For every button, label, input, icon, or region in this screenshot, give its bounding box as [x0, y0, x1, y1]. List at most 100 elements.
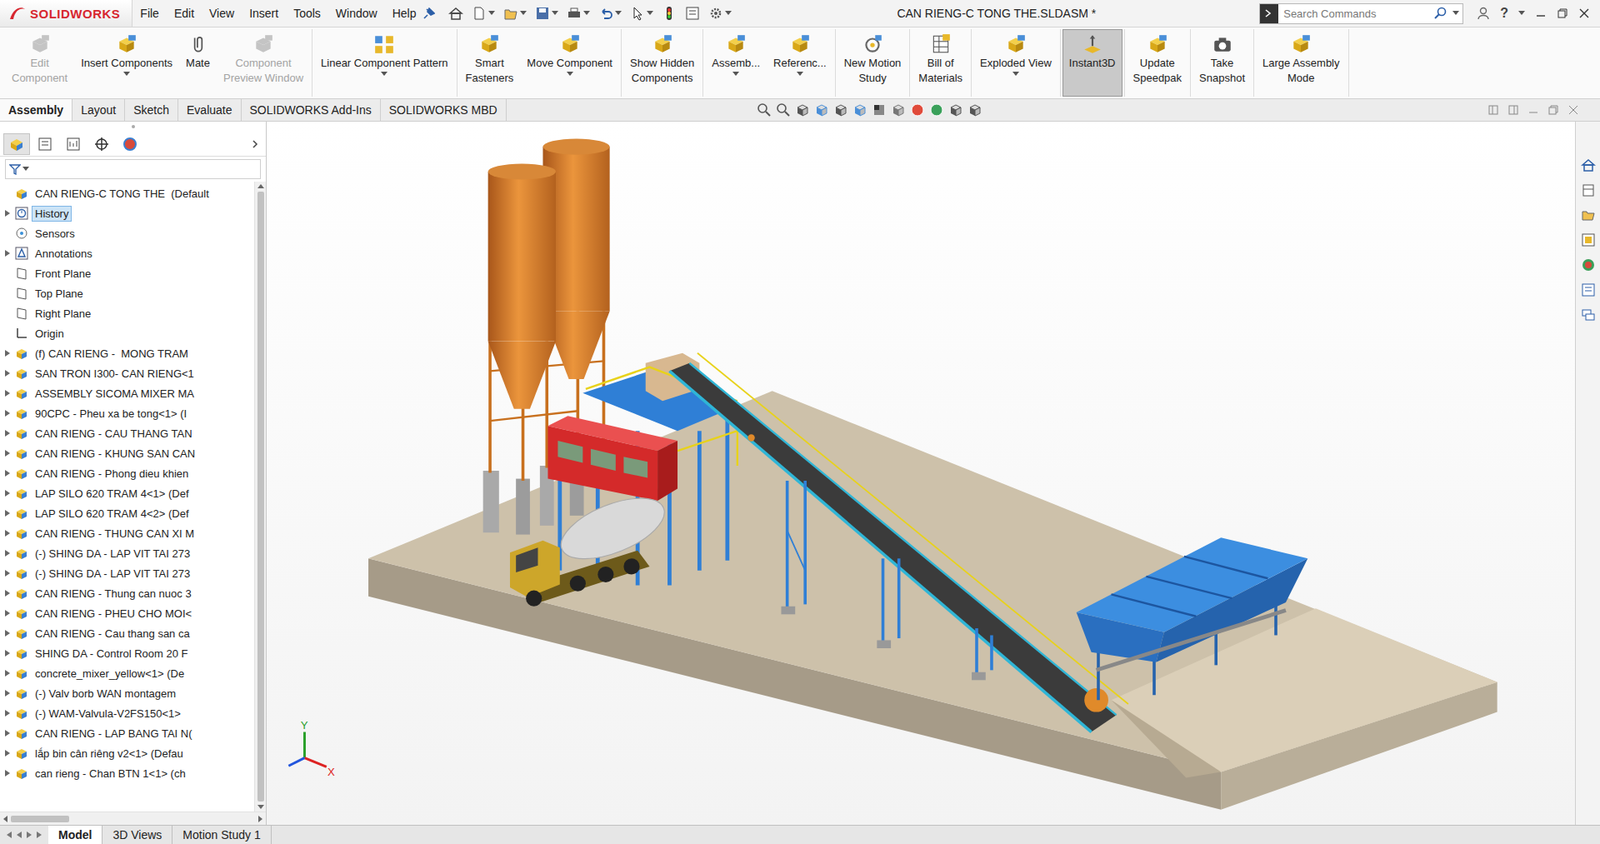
restore-icon[interactable] [1556, 7, 1569, 20]
ribbon-button[interactable]: Insert Components [74, 29, 180, 97]
ribbon-button[interactable]: Large AssemblyMode [1255, 29, 1347, 97]
ribbon-button[interactable]: Instant3D [1062, 29, 1123, 97]
tree-filter[interactable] [5, 159, 261, 180]
tree-item[interactable]: CAN RIENG - CAU THANG TAN [0, 423, 255, 444]
tree-item[interactable]: concrete_mixer_yellow<1> (De [0, 663, 255, 684]
expand-icon[interactable] [5, 610, 10, 617]
expand-icon[interactable] [5, 710, 10, 717]
scroll-right-icon[interactable] [258, 815, 264, 823]
next-tab-icon[interactable] [25, 830, 34, 840]
task-pane-tab[interactable] [1578, 305, 1599, 325]
expand-icon[interactable] [5, 590, 10, 597]
close-view-icon[interactable] [1568, 105, 1579, 115]
display-style-icon[interactable] [871, 102, 887, 118]
ribbon-button[interactable]: Linear Component Pattern [314, 29, 455, 97]
scroll-up-icon[interactable] [257, 183, 265, 189]
first-tab-icon[interactable] [5, 830, 14, 840]
expand-icon[interactable] [5, 430, 10, 437]
bottom-tab[interactable]: Model [48, 825, 103, 844]
ribbon-button[interactable]: Show HiddenComponents [623, 29, 701, 97]
expand-icon[interactable] [5, 210, 10, 217]
tree-item[interactable]: Sensors [0, 223, 255, 244]
bottom-tab[interactable]: 3D Views [102, 825, 173, 844]
task-pane-tab[interactable] [1578, 155, 1599, 175]
tree-item[interactable]: Annotations [0, 243, 255, 264]
ribbon-button[interactable]: Mate [179, 29, 217, 97]
menu-item[interactable]: Edit [166, 6, 202, 20]
scroll-left-icon[interactable] [2, 815, 8, 823]
tree-item[interactable]: History [0, 203, 255, 224]
vertical-scrollbar[interactable] [254, 181, 266, 812]
expand-icon[interactable] [5, 770, 10, 777]
quick-access-button[interactable] [501, 4, 529, 23]
command-tab[interactable]: Sketch [125, 99, 179, 121]
last-tab-icon[interactable] [35, 830, 44, 840]
tile-left-icon[interactable] [1488, 105, 1499, 115]
dropdown-icon[interactable] [796, 71, 804, 77]
tree-item[interactable]: SHING DA - Control Room 20 F [0, 643, 255, 664]
expand-icon[interactable] [5, 750, 10, 757]
command-tab[interactable]: SOLIDWORKS MBD [380, 99, 507, 121]
command-tab[interactable]: Assembly [0, 99, 73, 121]
dropdown-icon[interactable] [520, 10, 527, 16]
open-icon[interactable] [503, 5, 519, 21]
minimize-icon[interactable] [1535, 7, 1547, 20]
scroll-down-icon[interactable] [257, 805, 265, 810]
tree-item[interactable]: (-) Valv borb WAN montagem [0, 683, 255, 704]
dropdown-icon[interactable] [123, 71, 130, 77]
ribbon-button[interactable]: Assemb... [705, 29, 767, 97]
expand-icon[interactable] [5, 690, 10, 697]
tree-item[interactable]: (-) WAM-Valvula-V2FS150<1> [0, 703, 255, 724]
menu-item[interactable]: File [132, 6, 167, 20]
quick-access-button[interactable] [683, 4, 702, 23]
section-view-icon[interactable] [814, 102, 830, 118]
expand-icon[interactable] [5, 390, 10, 397]
task-pane-tab[interactable] [1578, 230, 1599, 250]
model-view[interactable]: YX [266, 121, 1575, 825]
tree-item[interactable]: CAN RIENG - Phong dieu khien [0, 463, 255, 484]
expand-icon[interactable] [5, 630, 10, 637]
save-icon[interactable] [535, 5, 550, 21]
dropdown-icon[interactable] [488, 10, 495, 16]
dropdown-icon[interactable] [380, 71, 388, 77]
print-icon[interactable] [566, 5, 582, 21]
ribbon-button[interactable]: Referenc... [766, 29, 834, 97]
dropdown-icon[interactable] [615, 10, 622, 16]
quick-access-button[interactable] [706, 4, 734, 23]
expand-icon[interactable] [5, 670, 10, 677]
dropdown-icon[interactable] [583, 10, 590, 16]
expand-icon[interactable] [5, 550, 10, 557]
tree-item[interactable]: (-) SHING DA - LAP VIT TAI 273 [0, 543, 255, 564]
undo-icon[interactable] [598, 5, 614, 21]
view-settings-icon[interactable] [948, 102, 964, 118]
tile-right-icon[interactable] [1508, 105, 1519, 115]
tree-item[interactable]: Top Plane [0, 283, 255, 304]
ribbon-button[interactable]: TakeSnapshot [1192, 29, 1252, 97]
select-icon[interactable] [630, 5, 645, 21]
quick-access-button[interactable] [565, 4, 592, 23]
help-button[interactable]: ? [1500, 5, 1509, 21]
pin-icon[interactable] [423, 7, 435, 20]
menu-item[interactable]: Window [328, 6, 385, 20]
expand-icon[interactable] [5, 350, 10, 357]
menu-item[interactable]: View [201, 6, 242, 20]
panel-tab[interactable] [88, 133, 115, 155]
chevron-right-icon[interactable] [250, 139, 260, 150]
expand-icon[interactable] [5, 250, 10, 257]
dropdown-icon[interactable] [1452, 10, 1460, 16]
menu-item[interactable]: Tools [285, 6, 329, 20]
menu-item[interactable]: Insert [241, 6, 286, 20]
dropdown-icon[interactable] [22, 166, 30, 172]
minimize-view-icon[interactable] [1528, 105, 1539, 115]
display-monitor-icon[interactable] [967, 102, 983, 118]
rebuild-icon[interactable] [661, 5, 677, 21]
user-icon[interactable] [1476, 6, 1490, 20]
search-icon[interactable] [1434, 6, 1448, 20]
tree-item[interactable]: CAN RIENG-C TONG THE (Default [0, 183, 255, 204]
expand-icon[interactable] [5, 490, 10, 497]
task-pane-tab[interactable] [1578, 255, 1599, 275]
ribbon-button[interactable]: UpdateSpeedpak [1126, 29, 1190, 97]
edit-appearance-icon[interactable] [910, 102, 925, 118]
file-properties-icon[interactable] [685, 5, 700, 21]
tree-item[interactable]: ASSEMBLY SICOMA MIXER MA [0, 383, 255, 404]
